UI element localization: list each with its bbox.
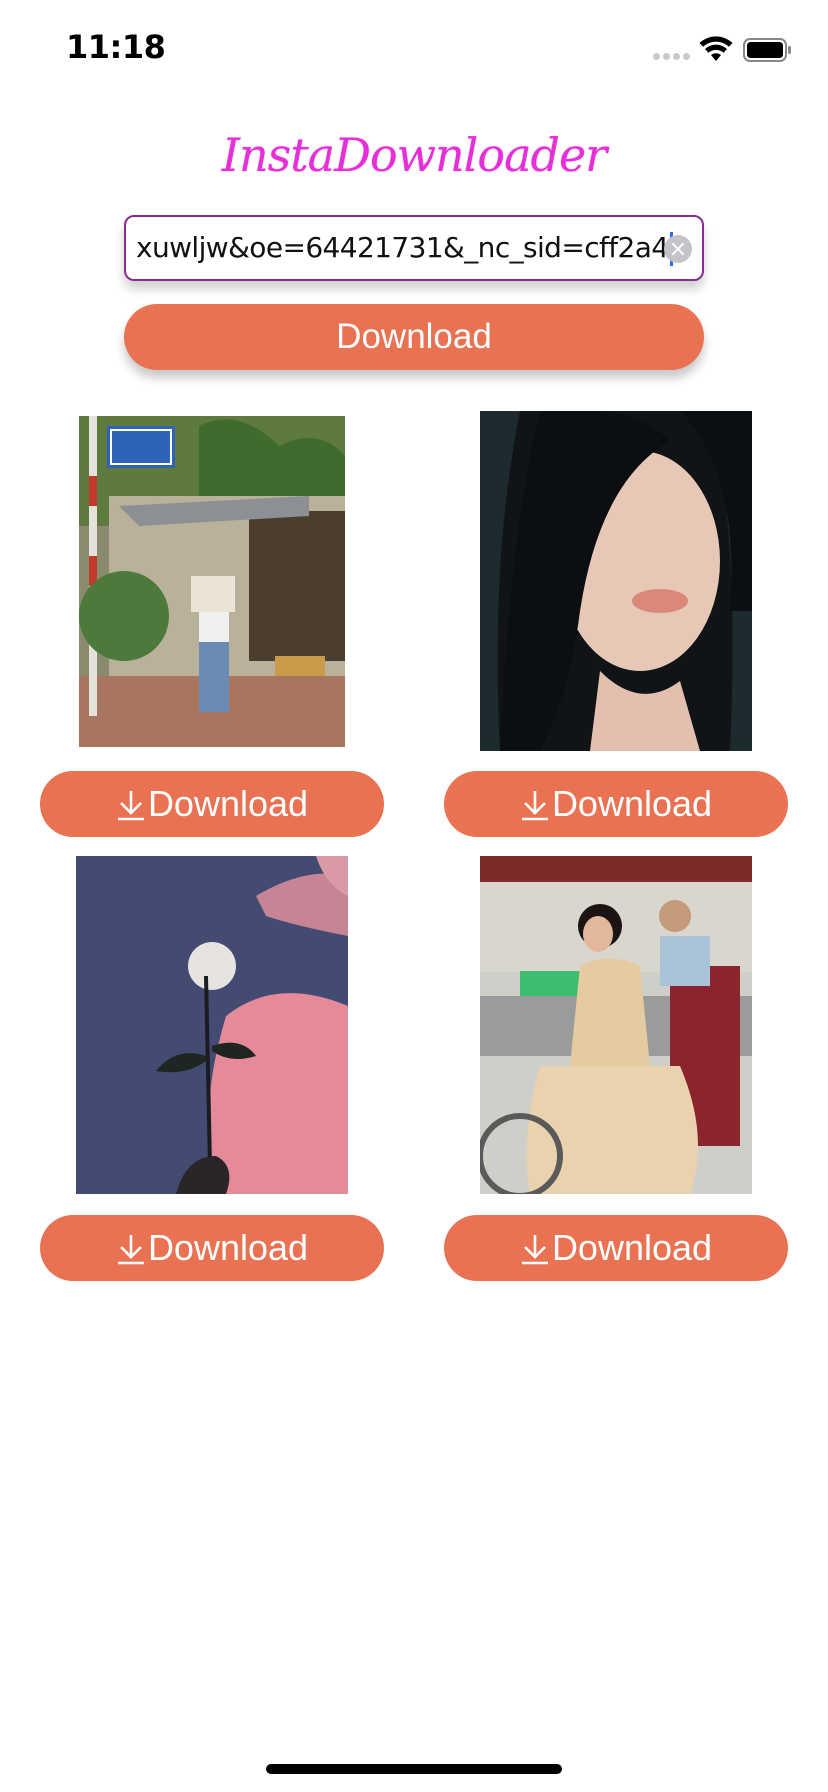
app-title: InstaDownloader [221, 128, 607, 182]
post-2-download-label: Download [551, 783, 713, 824]
main-download-button[interactable]: Download [124, 304, 704, 370]
post-1-download-button[interactable]: Download [40, 771, 384, 837]
post-image-4 [480, 856, 752, 1194]
post-2-download-button[interactable]: Download [444, 771, 788, 837]
url-input-text: xuwljw&oe=64421731&_nc_sid=cff2a4 [136, 231, 669, 264]
clear-icon[interactable] [664, 235, 692, 263]
download-icon [117, 1235, 144, 1265]
download-icon [117, 791, 144, 821]
status-time: 11:18 [66, 28, 166, 66]
post-3-download-label: Download [147, 1227, 309, 1268]
wifi-icon [699, 36, 733, 61]
post-1-download-label: Download [147, 783, 309, 824]
url-input[interactable]: xuwljw&oe=64421731&_nc_sid=cff2a4 [124, 215, 704, 281]
download-icon [521, 1235, 548, 1265]
post-image-2 [480, 411, 752, 751]
home-indicator[interactable] [266, 1764, 562, 1774]
post-3-download-button[interactable]: Download [40, 1215, 384, 1281]
post-4-download-button[interactable]: Download [444, 1215, 788, 1281]
battery-icon [743, 38, 791, 62]
post-image-3 [76, 856, 348, 1194]
url-input-value: xuwljw&oe=64421731&_nc_sid=cff2a4 [136, 217, 673, 279]
post-image-1 [79, 416, 345, 747]
post-4-download-label: Download [551, 1227, 713, 1268]
download-icon [521, 791, 548, 821]
